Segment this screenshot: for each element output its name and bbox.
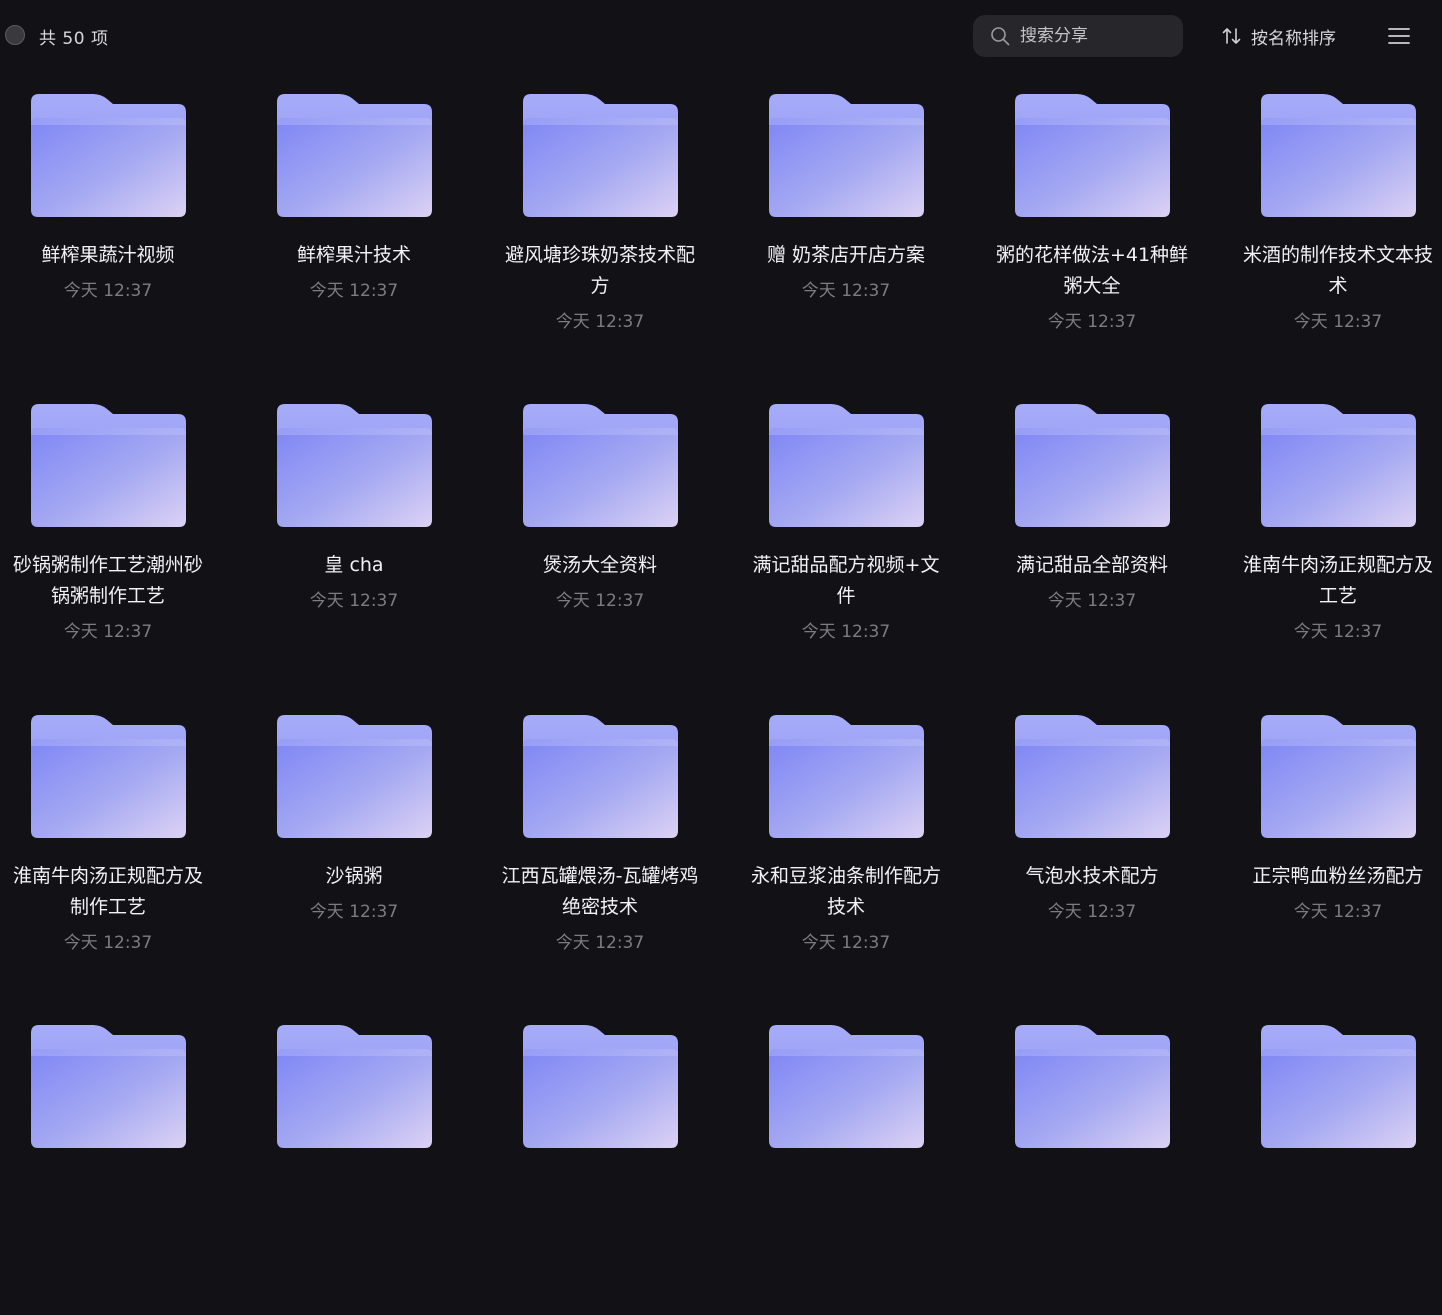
folder-name: 鲜榨果蔬汁视频 <box>41 244 175 266</box>
folder-name: 淮南牛肉汤正规配方及工艺 <box>1242 554 1433 607</box>
folder-modified-time: 今天 12:37 <box>555 312 645 332</box>
folder-name: 永和豆浆油条制作配方技术 <box>750 865 941 918</box>
search-box[interactable] <box>973 15 1183 57</box>
search-input[interactable] <box>1020 15 1170 57</box>
folder-item[interactable]: 永和豆浆油条制作配方技术今天 12:37 <box>746 715 946 1005</box>
folder-name: 正宗鸭血粉丝汤配方 <box>1252 865 1424 887</box>
folder-item[interactable] <box>254 1025 454 1315</box>
sort-arrows-icon <box>1222 28 1241 44</box>
folder-modified-time: 今天 12:37 <box>1047 591 1137 611</box>
select-all-checkbox[interactable] <box>5 25 25 45</box>
folder-icon <box>1261 404 1416 528</box>
folder-icon <box>31 1025 186 1149</box>
folder-icon <box>1015 1025 1170 1149</box>
folder-name: 鲜榨果汁技术 <box>296 244 411 266</box>
folder-modified-time: 今天 12:37 <box>1293 622 1383 642</box>
folder-item[interactable]: 避风塘珍珠奶茶技术配方今天 12:37 <box>500 94 700 384</box>
folder-item[interactable] <box>992 1025 1192 1315</box>
folder-item[interactable]: 煲汤大全资料 今天 12:37 <box>500 404 700 694</box>
folder-icon <box>31 404 186 528</box>
folder-modified-time: 今天 12:37 <box>801 622 891 642</box>
folder-icon <box>769 1025 924 1149</box>
folder-icon <box>523 715 678 839</box>
folder-icon <box>1261 94 1416 218</box>
folder-modified-time: 今天 12:37 <box>555 933 645 953</box>
folder-item[interactable] <box>1238 1025 1438 1315</box>
search-icon <box>991 27 1010 46</box>
folder-item[interactable] <box>500 1025 700 1315</box>
folder-modified-time: 今天 12:37 <box>309 591 399 611</box>
folder-item[interactable]: 气泡水技术配方 今天 12:37 <box>992 715 1192 1005</box>
folder-item[interactable]: 皇 cha 今天 12:37 <box>254 404 454 694</box>
folder-icon <box>1015 404 1170 528</box>
folder-icon <box>523 1025 678 1149</box>
folder-name: 满记甜品配方视频+文件 <box>752 554 940 607</box>
folder-name: 淮南牛肉汤正规配方及制作工艺 <box>12 865 203 918</box>
folder-modified-time: 今天 12:37 <box>309 281 399 301</box>
folder-modified-time: 今天 12:37 <box>801 933 891 953</box>
folder-modified-time: 今天 12:37 <box>63 622 153 642</box>
folder-item[interactable]: 鲜榨果蔬汁视频 今天 12:37 <box>8 94 208 384</box>
folder-name: 皇 cha <box>324 554 384 576</box>
folder-item[interactable] <box>746 1025 946 1315</box>
view-menu-icon[interactable] <box>1386 24 1412 48</box>
folder-name: 赠 奶茶店开店方案 <box>766 244 926 266</box>
folder-item[interactable]: 米酒的制作技术文本技术今天 12:37 <box>1238 94 1438 384</box>
folder-modified-time: 今天 12:37 <box>309 902 399 922</box>
folder-icon <box>31 715 186 839</box>
folder-name: 砂锅粥制作工艺潮州砂锅粥制作工艺 <box>12 554 203 607</box>
folder-item[interactable]: 正宗鸭血粉丝汤配方 今天 12:37 <box>1238 715 1438 1005</box>
folder-icon <box>1015 94 1170 218</box>
folder-icon <box>523 404 678 528</box>
folder-item[interactable]: 沙锅粥今天 12:37 <box>254 715 454 1005</box>
folder-item[interactable]: 淮南牛肉汤正规配方及制作工艺今天 12:37 <box>8 715 208 1005</box>
folder-item[interactable]: 粥的花样做法+41种鲜粥大全今天 12:37 <box>992 94 1192 384</box>
folder-item[interactable]: 鲜榨果汁技术 今天 12:37 <box>254 94 454 384</box>
folder-item[interactable]: 满记甜品全部资料 今天 12:37 <box>992 404 1192 694</box>
folder-item[interactable]: 砂锅粥制作工艺潮州砂锅粥制作工艺今天 12:37 <box>8 404 208 694</box>
folder-item[interactable]: 江西瓦罐煨汤-瓦罐烤鸡绝密技术今天 12:37 <box>500 715 700 1005</box>
folder-item[interactable]: 赠 奶茶店开店方案 今天 12:37 <box>746 94 946 384</box>
folder-name: 避风塘珍珠奶茶技术配方 <box>504 244 695 297</box>
folder-item[interactable]: 满记甜品配方视频+文件今天 12:37 <box>746 404 946 694</box>
folder-icon <box>523 94 678 218</box>
folder-modified-time: 今天 12:37 <box>1047 902 1137 922</box>
sort-by-name-button[interactable]: 按名称排序 <box>1221 22 1336 50</box>
folder-icon <box>1261 715 1416 839</box>
folder-name: 粥的花样做法+41种鲜粥大全 <box>995 244 1189 297</box>
folder-name: 江西瓦罐煨汤-瓦罐烤鸡绝密技术 <box>501 865 699 918</box>
folder-item[interactable]: 淮南牛肉汤正规配方及工艺今天 12:37 <box>1238 404 1438 694</box>
folder-icon <box>277 715 432 839</box>
folder-icon <box>769 404 924 528</box>
folder-modified-time: 今天 12:37 <box>555 591 645 611</box>
folder-icon <box>1015 715 1170 839</box>
item-count-label: 共 50 项 <box>39 29 109 49</box>
sort-label: 按名称排序 <box>1251 28 1336 49</box>
folder-modified-time: 今天 12:37 <box>1047 312 1137 332</box>
folder-modified-time: 今天 12:37 <box>1293 312 1383 332</box>
folder-icon <box>769 94 924 218</box>
folder-icon <box>769 715 924 839</box>
folder-icon <box>277 94 432 218</box>
folder-name: 沙锅粥 <box>325 865 383 887</box>
folder-modified-time: 今天 12:37 <box>801 281 891 301</box>
folder-name: 满记甜品全部资料 <box>1015 554 1168 576</box>
toolbar: 共 50 项 按名称排序 <box>0 0 1442 72</box>
folder-name: 气泡水技术配方 <box>1025 865 1159 887</box>
folder-icon <box>1261 1025 1416 1149</box>
folder-modified-time: 今天 12:37 <box>63 933 153 953</box>
folder-icon <box>277 404 432 528</box>
folder-modified-time: 今天 12:37 <box>1293 902 1383 922</box>
folder-icon <box>31 94 186 218</box>
folder-name: 米酒的制作技术文本技术 <box>1242 244 1433 297</box>
folder-name: 煲汤大全资料 <box>542 554 657 576</box>
folder-item[interactable] <box>8 1025 208 1315</box>
folder-icon <box>277 1025 432 1149</box>
folder-modified-time: 今天 12:37 <box>63 281 153 301</box>
